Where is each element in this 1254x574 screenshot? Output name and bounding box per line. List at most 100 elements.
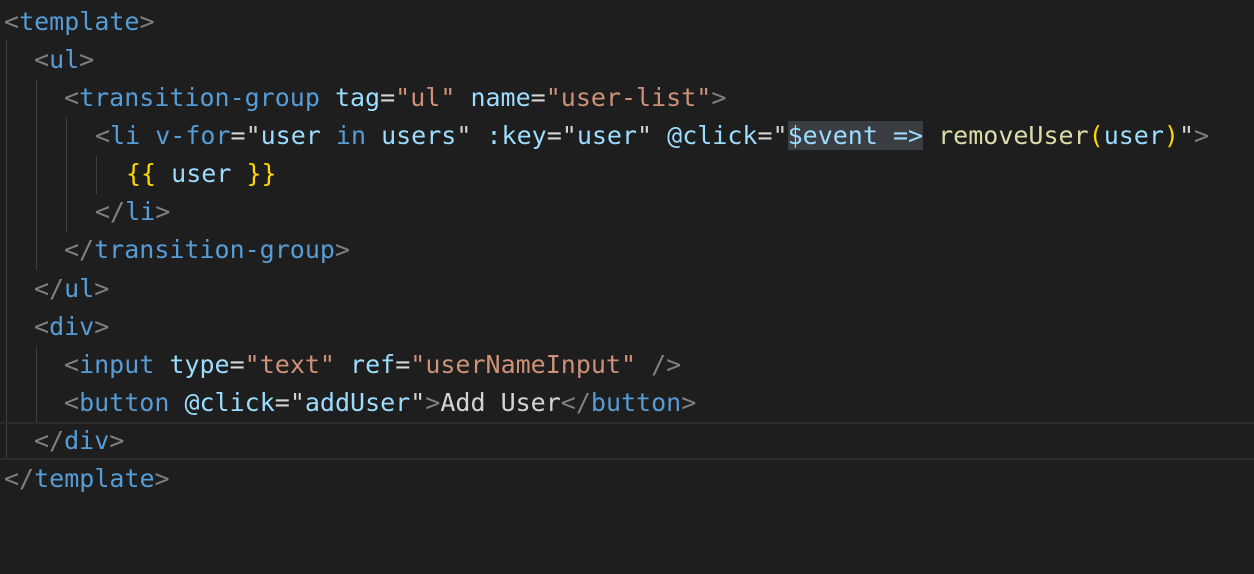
attribute-token: type [169, 350, 230, 379]
string-token: "user-list" [545, 83, 712, 112]
punctuation-token: > [1194, 121, 1210, 150]
text-token: " [456, 121, 472, 150]
code-line-9[interactable]: <div> [0, 308, 1254, 346]
equals-token: = [395, 350, 411, 379]
equals-token: = [546, 121, 562, 150]
punctuation-token: > [425, 388, 441, 417]
tag-token: in [335, 121, 367, 150]
punctuation-token: < [64, 388, 80, 417]
equals-token: = [380, 83, 396, 112]
string-token: "userNameInput" [410, 350, 637, 379]
line-content: <button @click="addUser">Add User</butto… [64, 384, 696, 422]
equals-token: = [230, 121, 246, 150]
line-content: <li v-for="user in users" :key="user" @c… [95, 117, 1209, 155]
punctuation-token: > [334, 235, 350, 264]
text-token: " [410, 388, 426, 417]
selected-text: $event => [787, 121, 924, 150]
function-token: removeUser [938, 121, 1089, 150]
variable-token: users [381, 121, 457, 150]
tag-token: ul [49, 45, 80, 74]
text-token: " [561, 121, 577, 150]
line-content: {{ user }} [126, 155, 277, 193]
equals-token: = [274, 388, 290, 417]
punctuation-token: </ [95, 197, 126, 226]
punctuation-token: > [109, 426, 125, 455]
punctuation-token: </ [4, 464, 35, 493]
code-line-2[interactable]: <ul> [0, 41, 1254, 79]
bracket-token: ( [1088, 121, 1104, 150]
punctuation-token: > [94, 274, 110, 303]
tag-token: li [110, 121, 141, 150]
code-line-7[interactable]: </transition-group> [0, 231, 1254, 269]
attribute-token: ref [350, 350, 396, 379]
tag-token: transition-group [79, 83, 320, 112]
line-content: <ul> [34, 41, 94, 79]
tag-token: template [34, 464, 155, 493]
tag-token: button [590, 388, 682, 417]
text-token: " [772, 121, 788, 150]
punctuation-token: > [79, 45, 95, 74]
equals-token: = [229, 350, 245, 379]
punctuation-token: </ [34, 426, 65, 455]
line-content: </div> [34, 422, 124, 460]
line-content: <transition-group tag="ul" name="user-li… [64, 79, 726, 117]
punctuation-token: > [711, 83, 727, 112]
code-line-6[interactable]: </li> [0, 193, 1254, 231]
equals-token: = [757, 121, 773, 150]
attribute-token: @click [184, 388, 275, 417]
punctuation-token: > [139, 7, 155, 36]
tag-token: input [79, 350, 155, 379]
punctuation-token: < [34, 312, 50, 341]
attribute-token: tag [334, 83, 381, 112]
punctuation-token: > [94, 312, 110, 341]
code-editor[interactable]: <template> <ul> <transition-group tag="u… [0, 0, 1254, 502]
code-line-5[interactable]: {{ user }} [0, 155, 1254, 193]
code-line-1[interactable]: <template> [0, 3, 1254, 41]
line-content: </li> [95, 193, 170, 231]
tag-token: v-for [155, 121, 231, 150]
variable-token: user [171, 159, 232, 188]
punctuation-token: > [681, 388, 697, 417]
equals-token: = [530, 83, 546, 112]
line-content: <template> [4, 3, 155, 41]
line-content: <div> [34, 308, 109, 346]
code-line-13[interactable]: </template> [0, 460, 1254, 498]
punctuation-token: </ [34, 274, 65, 303]
code-line-11[interactable]: <button @click="addUser">Add User</butto… [0, 384, 1254, 422]
code-line-8[interactable]: </ul> [0, 270, 1254, 308]
text-token: " [637, 121, 653, 150]
string-token: "text" [244, 350, 335, 379]
code-line-4[interactable]: <li v-for="user in users" :key="user" @c… [0, 117, 1254, 155]
tag-token: ul [64, 274, 95, 303]
tag-token: div [64, 426, 110, 455]
punctuation-token: > [155, 197, 171, 226]
tag-token: template [19, 7, 140, 36]
code-line-10[interactable]: <input type="text" ref="userNameInput" /… [0, 346, 1254, 384]
string-token: "ul" [395, 83, 456, 112]
punctuation-token: < [64, 350, 80, 379]
code-line-12-current[interactable]: </div> [0, 422, 1254, 460]
mustache-token: }} [246, 159, 277, 188]
attribute-token: :key [486, 121, 547, 150]
code-line-3[interactable]: <transition-group tag="ul" name="user-li… [0, 79, 1254, 117]
mustache-token: {{ [126, 159, 157, 188]
attribute-token: name [470, 83, 531, 112]
punctuation-token: < [95, 121, 111, 150]
tag-token: button [79, 388, 170, 417]
punctuation-token: /> [651, 350, 682, 379]
punctuation-token: < [64, 83, 80, 112]
punctuation-token: < [4, 7, 20, 36]
